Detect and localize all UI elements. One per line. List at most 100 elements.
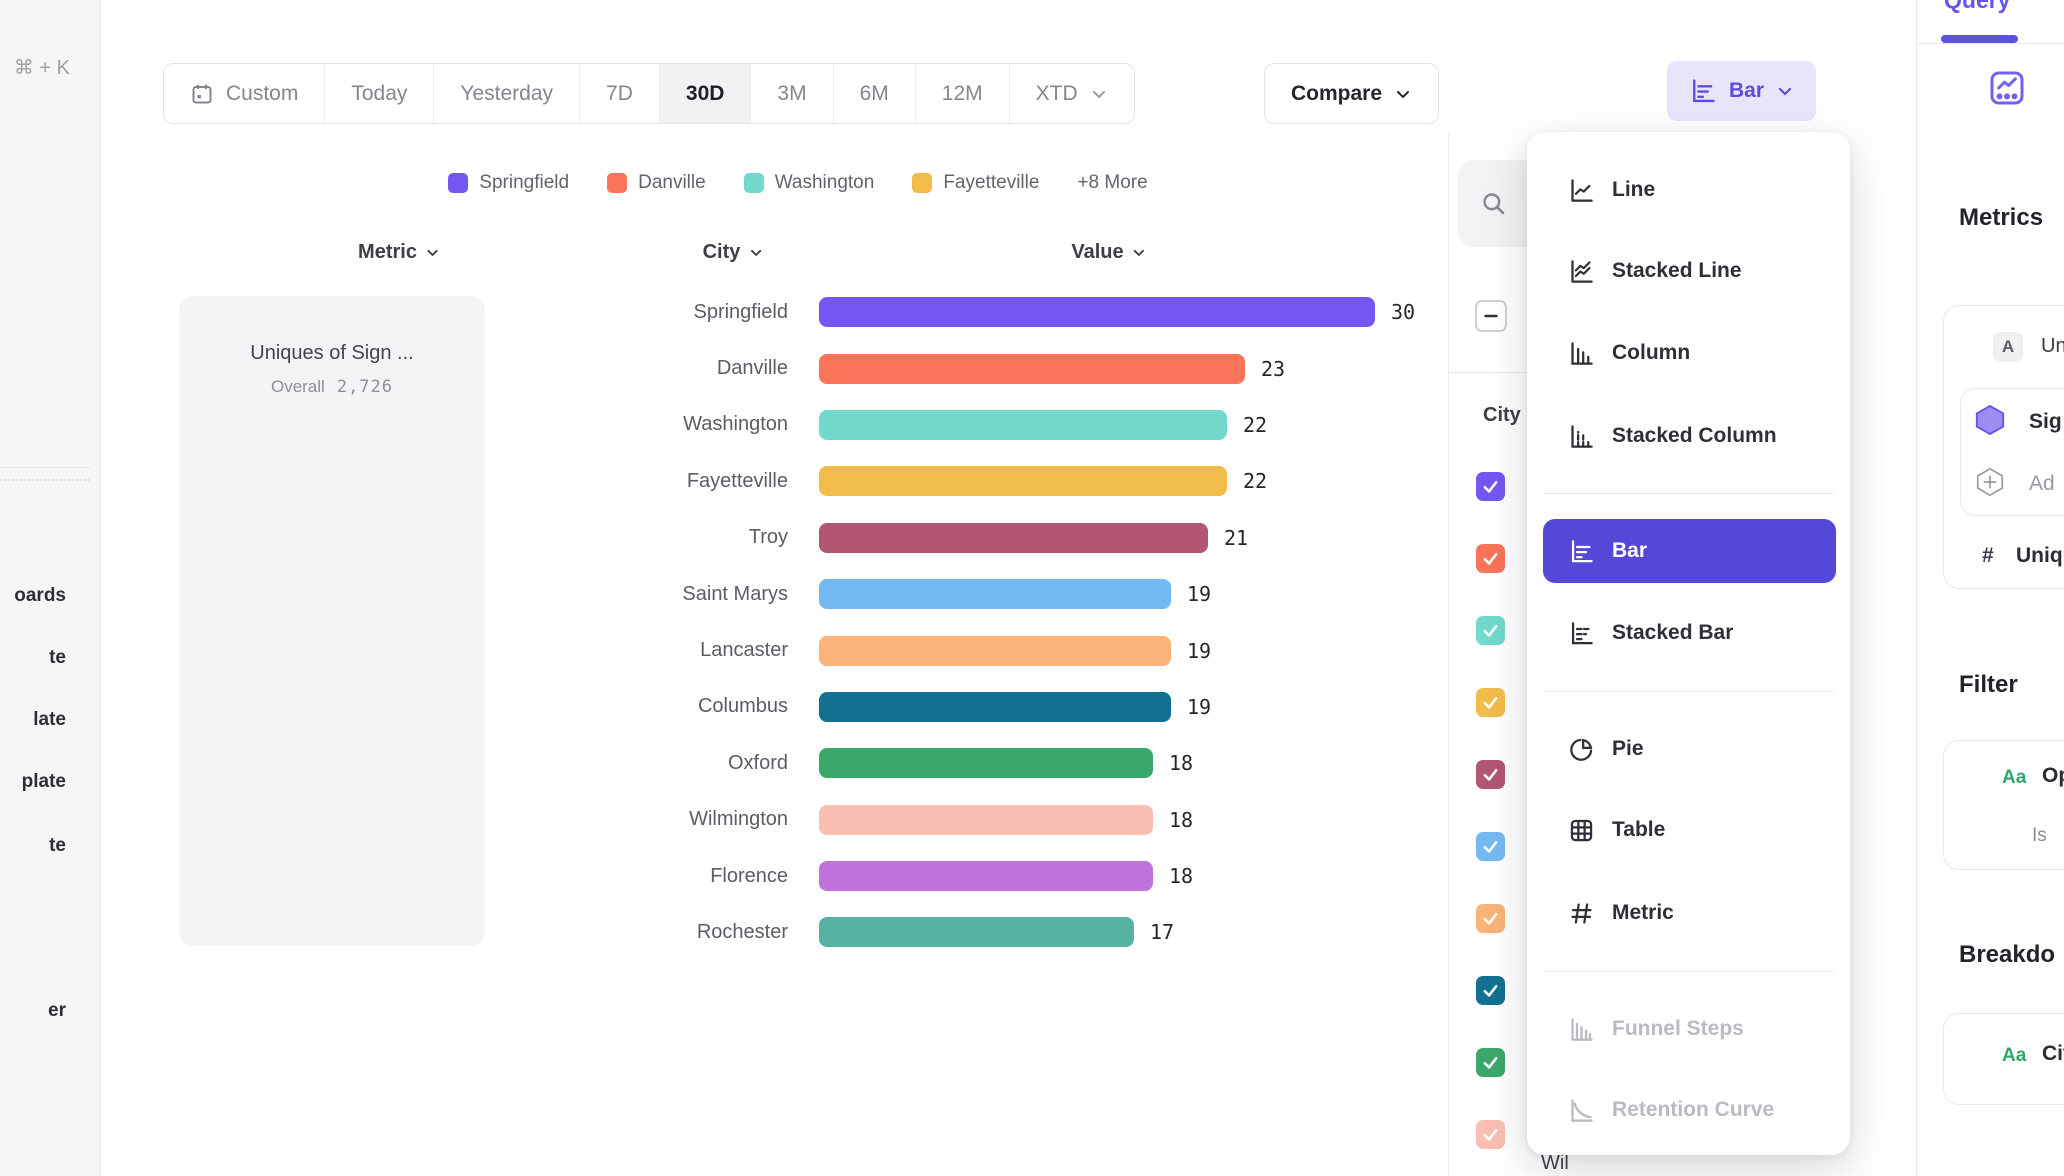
value-bar[interactable] — [819, 466, 1227, 496]
menu-item-stacked-column[interactable]: Stacked Column — [1543, 408, 1836, 464]
check-icon — [1482, 838, 1499, 855]
property-type-badge: Aa — [2002, 767, 2026, 789]
menu-item-label: Table — [1612, 818, 1665, 842]
sidebar-item-clipped[interactable]: te — [49, 647, 66, 669]
range-label: 7D — [606, 82, 633, 106]
add-label-clipped[interactable]: Ad — [2029, 472, 2055, 496]
value-bar[interactable] — [819, 748, 1153, 778]
series-checkbox[interactable] — [1476, 688, 1505, 717]
breakdown-card[interactable]: Aa City — [1943, 1013, 2064, 1105]
range-6m[interactable]: 6M — [834, 64, 916, 123]
value-bar[interactable] — [819, 805, 1153, 835]
sidebar-divider — [0, 467, 90, 468]
series-checkbox[interactable] — [1476, 544, 1505, 573]
legend-more-button[interactable]: +8 More — [1077, 172, 1147, 194]
series-checkbox[interactable] — [1476, 1048, 1505, 1077]
chart-type-button[interactable]: Bar — [1667, 61, 1816, 121]
legend-item[interactable]: Fayetteville — [912, 172, 1039, 194]
sidebar-item-clipped[interactable]: oards — [14, 585, 66, 607]
metric-letter-badge: A — [1993, 332, 2023, 362]
menu-item-stacked-bar[interactable]: Stacked Bar — [1543, 605, 1836, 661]
series-checkbox[interactable] — [1476, 472, 1505, 501]
hash-icon — [1568, 900, 1595, 927]
bar-chart-icon — [1568, 538, 1595, 565]
series-checkbox[interactable] — [1476, 1120, 1505, 1149]
menu-item-line[interactable]: Line — [1543, 162, 1836, 218]
chevron-down-icon — [425, 245, 440, 260]
query-panel: Query Metrics A Uniq Sig Ad # Uniqu Filt… — [1916, 0, 2064, 1176]
line-chart-icon — [1568, 177, 1595, 204]
bar-row: Columbus19 — [163, 679, 1433, 735]
value-bar[interactable] — [819, 410, 1227, 440]
series-checkbox[interactable] — [1476, 976, 1505, 1005]
series-checkbox[interactable] — [1476, 904, 1505, 933]
column-header-city[interactable]: City — [703, 241, 764, 264]
value-bar[interactable] — [819, 861, 1153, 891]
legend-item[interactable]: Washington — [744, 172, 875, 194]
range-today[interactable]: Today — [325, 64, 434, 123]
bar-value: 18 — [1169, 864, 1193, 888]
menu-item-column[interactable]: Column — [1543, 325, 1836, 381]
metric-card[interactable]: A Uniq Sig Ad # Uniqu — [1943, 305, 2064, 589]
filter-card[interactable]: Aa Ope Is i — [1943, 740, 2064, 870]
menu-item-table[interactable]: Table — [1543, 802, 1836, 858]
chart-panel-icon[interactable] — [1987, 68, 2027, 108]
range-12m[interactable]: 12M — [916, 64, 1010, 123]
chevron-down-icon — [1394, 85, 1412, 103]
check-icon — [1482, 550, 1499, 567]
range-label: 30D — [686, 82, 725, 106]
header-label: City — [703, 241, 741, 264]
sidebar-item-clipped[interactable]: te — [49, 835, 66, 857]
event-card[interactable]: Sig Ad — [1960, 388, 2064, 516]
value-bar[interactable] — [819, 692, 1171, 722]
range-custom[interactable]: Custom — [164, 64, 325, 123]
value-bar[interactable] — [819, 579, 1171, 609]
select-all-checkbox[interactable] — [1475, 300, 1507, 332]
series-checkbox[interactable] — [1476, 832, 1505, 861]
bar-row-label: Springfield — [163, 301, 788, 324]
value-bar[interactable] — [819, 917, 1134, 947]
bar-chart: Springfield30 Danville23 Washington22 Fa… — [163, 284, 1433, 961]
chevron-down-icon — [1776, 82, 1794, 100]
series-checkbox[interactable] — [1476, 616, 1505, 645]
range-3m[interactable]: 3M — [751, 64, 833, 123]
filter-operator[interactable]: Is — [2032, 825, 2047, 847]
legend-item[interactable]: Springfield — [448, 172, 569, 194]
stacked-column-chart-icon — [1568, 423, 1595, 450]
legend-swatch — [448, 173, 468, 193]
legend-item[interactable]: Danville — [607, 172, 706, 194]
value-bar[interactable] — [819, 523, 1208, 553]
series-checkbox[interactable] — [1476, 760, 1505, 789]
compare-button[interactable]: Compare — [1264, 63, 1439, 124]
value-bar[interactable] — [819, 636, 1171, 666]
range-yesterday[interactable]: Yesterday — [434, 64, 580, 123]
chevron-down-icon — [1090, 85, 1108, 103]
tab-query[interactable]: Query — [1944, 0, 2010, 14]
column-header-metric[interactable]: Metric — [358, 241, 440, 264]
bar-row-label: Oxford — [163, 752, 788, 775]
series-city-column-label: City — [1483, 404, 1521, 427]
chart-type-label: Bar — [1729, 79, 1764, 103]
value-bar[interactable] — [819, 354, 1245, 384]
bar-row: Florence18 — [163, 848, 1433, 904]
sidebar-item-clipped[interactable]: er — [48, 1000, 66, 1022]
column-header-value[interactable]: Value — [1071, 241, 1146, 264]
menu-item-label: Retention Curve — [1612, 1098, 1774, 1122]
bar-chart-icon — [1689, 77, 1717, 105]
menu-item-bar[interactable]: Bar — [1543, 519, 1836, 583]
range-30d[interactable]: 30D — [660, 64, 752, 123]
check-icon — [1482, 1054, 1499, 1071]
breakdown-field: City — [2042, 1042, 2064, 1066]
range-xtd[interactable]: XTD — [1010, 64, 1134, 123]
sidebar-item-clipped[interactable]: plate — [22, 771, 66, 793]
bar-value: 22 — [1243, 413, 1267, 437]
measure-name-clipped: Uniqu — [2016, 544, 2064, 568]
range-label: XTD — [1036, 82, 1078, 106]
menu-item-stacked-line[interactable]: Stacked Line — [1543, 243, 1836, 299]
range-7d[interactable]: 7D — [580, 64, 660, 123]
sidebar-item-clipped[interactable]: late — [33, 709, 66, 731]
menu-item-metric[interactable]: Metric — [1543, 885, 1836, 941]
menu-item-pie[interactable]: Pie — [1543, 721, 1836, 777]
add-event-icon[interactable] — [1974, 466, 2006, 498]
value-bar[interactable] — [819, 297, 1375, 327]
